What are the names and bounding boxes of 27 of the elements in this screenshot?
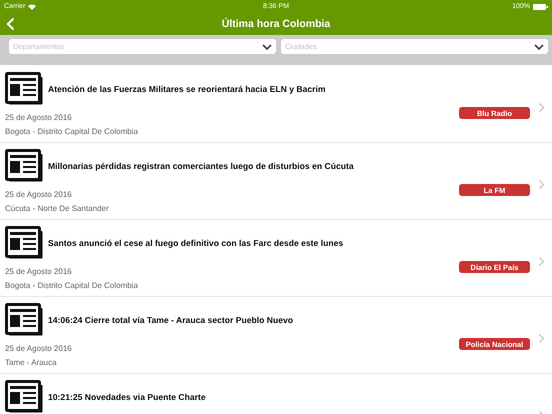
news-row[interactable]: 10:21:25 Novedades via Puente Charte [0, 374, 552, 414]
news-headline: Atención de las Fuerzas Militares se reorientará hacia ELN y Bacrim [48, 84, 326, 94]
newspaper-icon [5, 303, 43, 336]
battery-icon [532, 4, 548, 10]
news-headline: 14:06:24 Cierre total vía Tame - Arauca sector Pueblo Nuevo [48, 314, 294, 324]
news-location: Bogota - Distrito Capital De Colombia [5, 127, 138, 136]
news-headline: Santos anunció el cese al fuego definitivo con las Farc desde este lunes [48, 238, 344, 248]
news-location: Tame - Arauca [5, 358, 58, 367]
screen-title: Última hora Colombia [222, 18, 330, 30]
news-headline: Millonarias pérdidas registran comerciantes luego de disturbios en Cúcuta [48, 160, 354, 170]
news-date: 25 de Agosto 2016 [5, 190, 73, 199]
wifi-icon [28, 4, 36, 10]
news-headline: 10:21:25 Novedades via Puente Charte [48, 392, 206, 402]
dropdown-chevron-icon [262, 44, 272, 50]
chevron-icon [538, 334, 544, 343]
news-location: Bogota - Distrito Capital De Colombia [5, 281, 138, 290]
newspaper-icon [5, 226, 43, 259]
chevron-icon [538, 103, 544, 112]
news-date: 25 de Agosto 2016 [5, 113, 73, 122]
dropdown-chevron-icon [534, 44, 544, 50]
newspaper-icon [5, 72, 43, 105]
newspaper-icon [5, 149, 43, 182]
chevron-icon [538, 257, 544, 266]
news-date: 25 de Agosto 2016 [5, 344, 72, 353]
news-location: Cúcuta - Norte De Santander [5, 204, 109, 213]
chevron-icon [538, 180, 544, 189]
news-date: 25 de Agosto 2016 [5, 267, 73, 276]
